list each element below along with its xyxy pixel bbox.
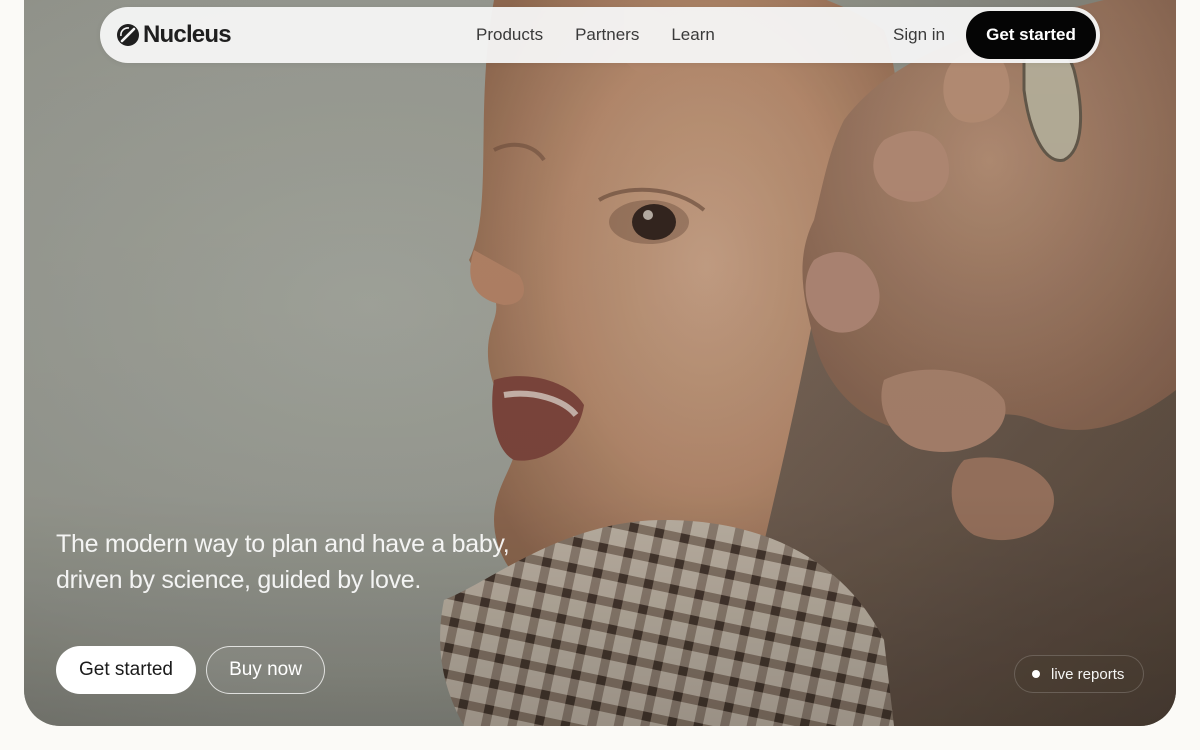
live-reports-label: live reports [1051,665,1125,683]
nav-link-products[interactable]: Products [476,25,543,45]
live-dot-icon [1032,670,1040,678]
nav-link-learn[interactable]: Learn [671,25,714,45]
landing-page: Nucleus Products Partners Learn Sign in … [0,0,1200,750]
hero-get-started-button[interactable]: Get started [56,646,196,694]
hero-image-card [24,0,1176,726]
hero-photo-baby [24,0,1176,726]
nav-get-started-button[interactable]: Get started [966,11,1096,59]
nav-links: Products Partners Learn [476,7,715,63]
brand-name: Nucleus [143,21,232,48]
sign-in-link[interactable]: Sign in [893,7,945,63]
top-navigation: Nucleus Products Partners Learn Sign in … [100,7,1100,63]
nucleus-logo-icon [117,24,139,46]
hero-buy-now-button[interactable]: Buy now [206,646,325,694]
hero-tagline: The modern way to plan and have a baby, … [56,526,576,598]
live-reports-badge[interactable]: live reports [1014,655,1144,693]
nucleus-logo[interactable]: Nucleus [116,7,232,63]
nav-link-partners[interactable]: Partners [575,25,639,45]
hero-tagline-line-2: driven by science, guided by love. [56,566,422,594]
hero-tagline-line-1: The modern way to plan and have a baby, [56,530,510,558]
